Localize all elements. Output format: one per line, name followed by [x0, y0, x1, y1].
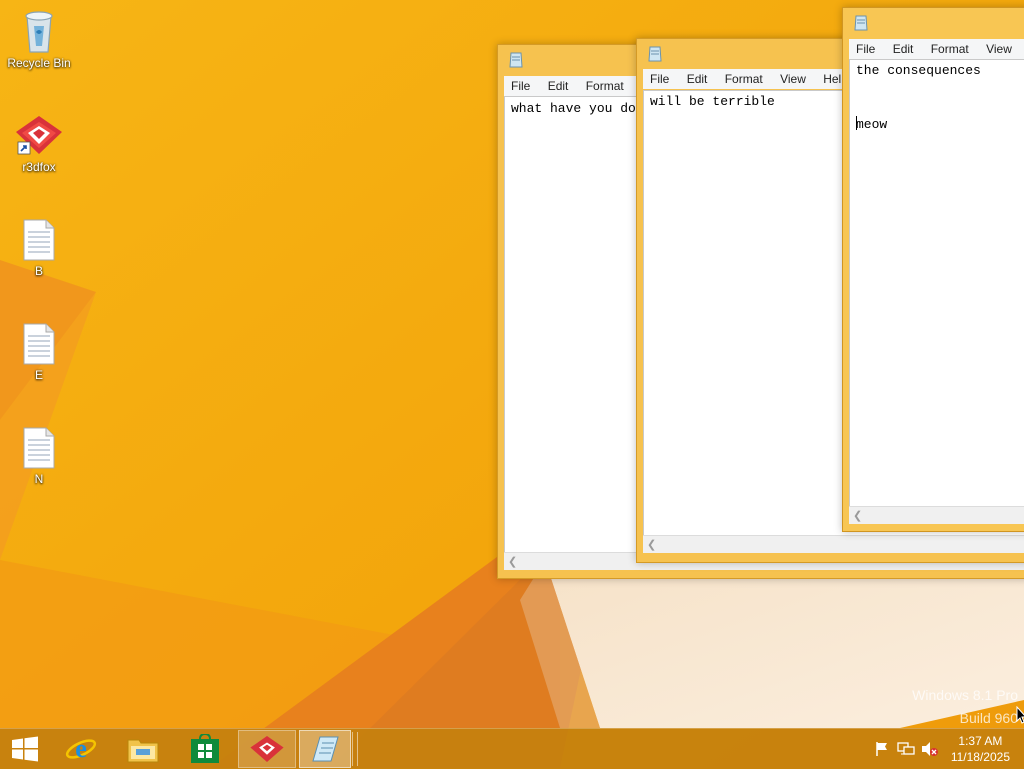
file-explorer-icon: [127, 739, 159, 763]
svg-text:e: e: [75, 734, 87, 763]
desktop-icon-r3dfox[interactable]: r3dfox: [1, 114, 77, 174]
clock-time: 1:37 AM: [958, 734, 1003, 748]
watermark-edition: Windows 8.1 Pro: [912, 687, 1018, 703]
desktop-icon-label: N: [34, 472, 44, 486]
text-file-icon: [23, 323, 55, 365]
r3dfox-icon: [16, 116, 62, 155]
taskbar-r3dfox[interactable]: [238, 730, 296, 768]
taskbar-notepad[interactable]: [299, 730, 351, 768]
text-file-icon: [23, 219, 55, 261]
action-center-flag-icon[interactable]: [874, 741, 890, 757]
scroll-left-icon[interactable]: ❮: [508, 555, 517, 568]
menu-edit[interactable]: Edit: [680, 69, 715, 87]
windows-watermark: Windows 8.1 Pro Build 960: [912, 684, 1018, 730]
desktop-icon-text-file-b[interactable]: B: [1, 218, 77, 278]
r3dfox-icon: [250, 736, 284, 762]
text-line: [850, 80, 1024, 98]
text-editor[interactable]: the consequences meow: [849, 59, 1024, 507]
notepad-icon: [648, 46, 662, 62]
text-line: the consequences: [856, 63, 981, 78]
desktop-icon-text-file-e[interactable]: E: [1, 322, 77, 382]
menu-file[interactable]: File: [504, 76, 537, 94]
desktop-icon-label: B: [34, 264, 43, 278]
notepad-icon: [509, 52, 523, 68]
text-line: meow: [856, 117, 888, 132]
text-line: [850, 98, 1024, 116]
menu-edit[interactable]: Edit: [541, 76, 576, 94]
notepad-window-3[interactable]: File Edit Format View H the consequences…: [842, 7, 1024, 532]
recycle-bin-icon: [25, 11, 53, 53]
horizontal-scrollbar[interactable]: ❮: [849, 506, 1024, 524]
desktop-icon-text-file-n[interactable]: N: [1, 426, 77, 486]
clock[interactable]: 1:37 AM 11/18/2025: [951, 733, 1010, 765]
scroll-left-icon[interactable]: ❮: [647, 538, 656, 551]
store-icon: [191, 734, 219, 763]
menu-format[interactable]: Format: [924, 39, 976, 57]
menu-file[interactable]: File: [643, 69, 676, 87]
horizontal-scrollbar[interactable]: ❮: [643, 535, 1024, 553]
desktop-icon-recycle-bin[interactable]: Recycle Bin: [1, 6, 77, 70]
desktop-icon-label: Recycle Bin: [7, 56, 71, 70]
menu-file[interactable]: File: [849, 39, 882, 57]
menu-format[interactable]: Format: [718, 69, 770, 87]
start-button[interactable]: [0, 730, 50, 768]
taskbar-file-explorer[interactable]: [114, 730, 172, 768]
menu-format[interactable]: Format: [579, 76, 631, 94]
network-icon[interactable]: [897, 741, 915, 757]
notepad-icon: [854, 15, 868, 31]
taskbar-notepad-stack-edge: [352, 732, 358, 766]
menu-view[interactable]: View: [979, 39, 1019, 57]
notepad-icon: [312, 736, 339, 762]
clock-date: 11/18/2025: [950, 750, 1010, 764]
menu-view[interactable]: View: [773, 69, 813, 87]
desktop-icon-label: E: [34, 368, 43, 382]
desktop-icon-label: r3dfox: [22, 160, 56, 174]
window-titlebar[interactable]: [843, 8, 1024, 38]
taskbar: e 1:37 AM 11/18/2025: [0, 728, 1024, 769]
watermark-build: Build 960: [959, 710, 1018, 726]
mouse-pointer-icon: [1016, 706, 1024, 724]
taskbar-internet-explorer[interactable]: e: [52, 730, 110, 768]
menu-edit[interactable]: Edit: [886, 39, 921, 57]
text-file-icon: [23, 427, 55, 469]
menu-bar: File Edit Format View H: [849, 39, 1024, 59]
scroll-left-icon[interactable]: ❮: [853, 509, 862, 522]
volume-muted-icon[interactable]: [921, 741, 939, 757]
internet-explorer-icon: e: [65, 734, 97, 763]
taskbar-store[interactable]: [176, 730, 234, 768]
windows-logo-icon: [12, 736, 38, 762]
text-line-with-caret: meow: [850, 116, 1024, 134]
